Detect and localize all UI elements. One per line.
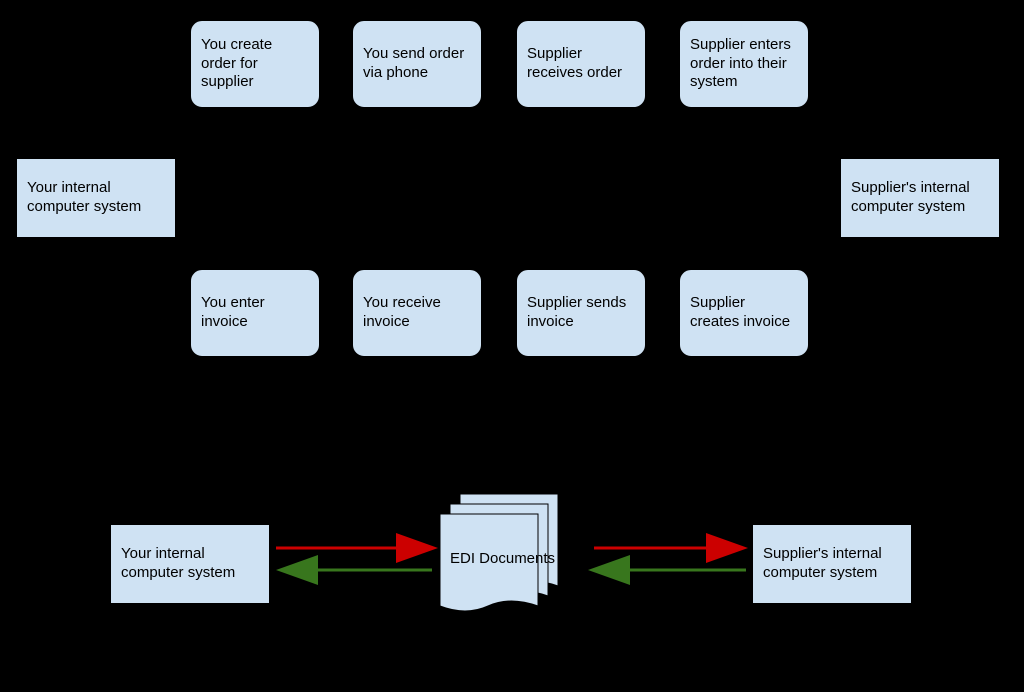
edi-documents-label: EDI Documents bbox=[450, 550, 558, 567]
step-you-receive-invoice: You receive invoice bbox=[352, 269, 482, 357]
step-send-order-label: You send order via phone bbox=[363, 45, 471, 83]
label-your-system-top: Your internal computer system bbox=[27, 179, 165, 217]
step-supplier-creates-invoice: Supplier creates invoice bbox=[679, 269, 809, 357]
step-supplier-sends-invoice: Supplier sends invoice bbox=[516, 269, 646, 357]
step-supplier-receives-label: Supplier receives order bbox=[527, 45, 635, 83]
step-create-order-label: You create order for supplier bbox=[201, 36, 309, 92]
step-supplier-creates-invoice-label: Supplier creates invoice bbox=[690, 294, 798, 332]
diagram-stage: Your internal computer system You create… bbox=[0, 0, 1024, 692]
box-supplier-system-top: Supplier's internal computer system bbox=[840, 158, 1000, 238]
step-you-receive-invoice-label: You receive invoice bbox=[363, 294, 471, 332]
edi-documents-label-text: EDI Documents bbox=[450, 550, 555, 567]
label-your-system-bottom: Your internal computer system bbox=[121, 545, 259, 583]
step-supplier-receives: Supplier receives order bbox=[516, 20, 646, 108]
box-supplier-system-bottom: Supplier's internal computer system bbox=[752, 524, 912, 604]
step-create-order: You create order for supplier bbox=[190, 20, 320, 108]
box-your-system-bottom: Your internal computer system bbox=[110, 524, 270, 604]
label-supplier-system-top: Supplier's internal computer system bbox=[851, 179, 989, 217]
arrow-s8-to-your bbox=[96, 242, 190, 313]
step-you-enter-invoice-label: You enter invoice bbox=[201, 294, 309, 332]
arrow-s4-to-supplier bbox=[809, 64, 920, 154]
arrow-supplier-to-s5 bbox=[813, 238, 920, 313]
step-supplier-sends-invoice-label: Supplier sends invoice bbox=[527, 294, 635, 332]
box-your-system-top: Your internal computer system bbox=[16, 158, 176, 238]
step-supplier-enters-label: Supplier enters order into their system bbox=[690, 36, 798, 92]
step-supplier-enters: Supplier enters order into their system bbox=[679, 20, 809, 108]
label-supplier-system-bottom: Supplier's internal computer system bbox=[763, 545, 901, 583]
step-you-enter-invoice: You enter invoice bbox=[190, 269, 320, 357]
step-send-order: You send order via phone bbox=[352, 20, 482, 108]
arrow-your-to-s1 bbox=[96, 64, 186, 158]
